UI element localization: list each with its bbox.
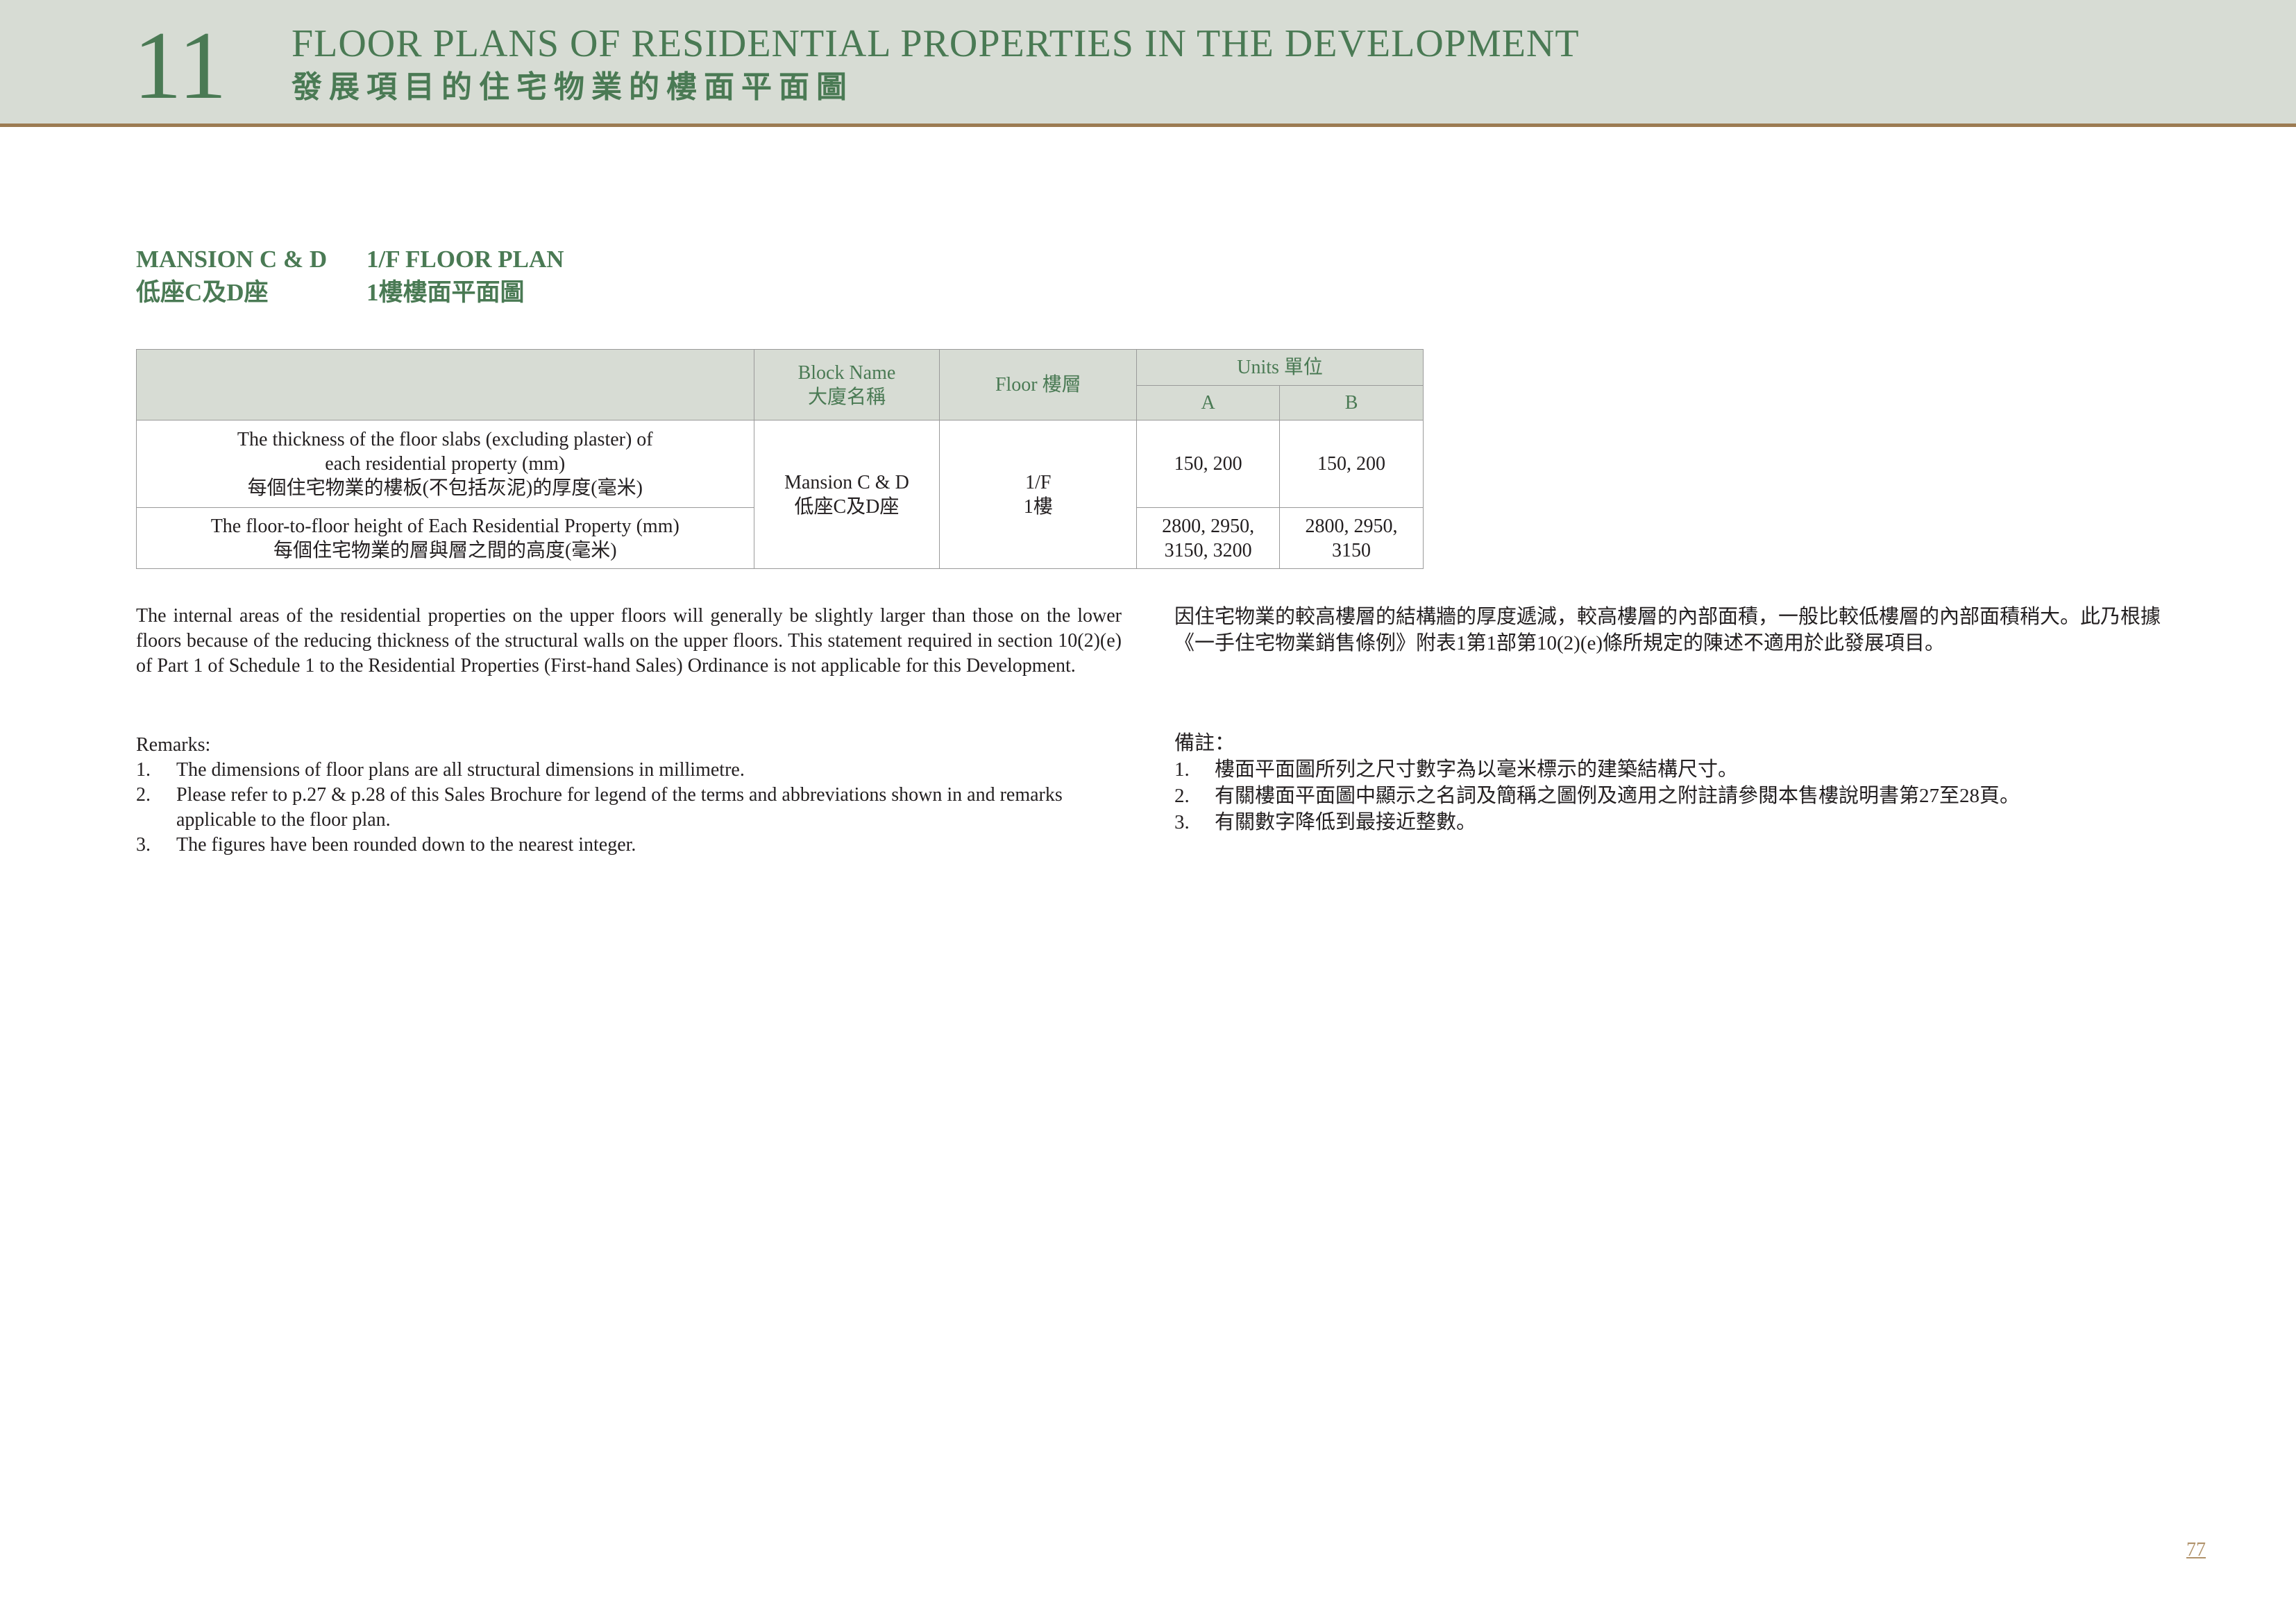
slab-thickness-unit-b: 150, 200 <box>1279 420 1424 508</box>
remark-number: 3. <box>136 834 151 856</box>
slab-thickness-label-en: The thickness of the floor slabs (exclud… <box>237 429 653 475</box>
page-number: 77 <box>2186 1539 2206 1561</box>
floor-height-label-en: The floor-to-floor height of Each Reside… <box>210 515 679 537</box>
list-item: 1. 樓面平面圖所列之尺寸數字為以毫米標示的建築結構尺寸。 <box>1174 756 2167 783</box>
remark-text: The dimensions of floor plans are all st… <box>176 759 745 781</box>
floor-height-label-zh: 每個住宅物業的層與層之間的高度(毫米) <box>273 539 617 561</box>
table-header-units: Units 單位 <box>1136 349 1424 386</box>
floor-height-unit-a: 2800, 2950, 3150, 3200 <box>1136 507 1281 569</box>
block-name-cell: Mansion C & D 低座C及D座 <box>753 420 940 569</box>
floor-height-label: The floor-to-floor height of Each Reside… <box>136 507 754 569</box>
table-header-unit-a: A <box>1136 385 1281 420</box>
remark-text: The figures have been rounded down to th… <box>176 834 636 856</box>
block-name-label-zh: 大廈名稱 <box>807 386 886 408</box>
floor-height-unit-b-line1: 2800, 2950, <box>1305 515 1398 537</box>
remarks-en: Remarks: 1. The dimensions of floor plan… <box>136 733 1122 858</box>
floor-height-unit-b: 2800, 2950, 3150 <box>1279 507 1424 569</box>
block-name-zh: 低座C及D座 <box>794 495 900 518</box>
remark-number: 2. <box>1174 785 1190 807</box>
floor-plan-title-en: 1/F FLOOR PLAN <box>366 246 564 273</box>
floor-cell: 1/F 1樓 <box>939 420 1138 569</box>
slab-thickness-label-zh: 每個住宅物業的樓板(不包括灰泥)的厚度(毫米) <box>247 477 643 499</box>
list-item: 3. The figures have been rounded down to… <box>136 833 1122 858</box>
section-heading-en-row: MANSION C & D 1/F FLOOR PLAN <box>136 243 564 276</box>
remark-number: 3. <box>1174 811 1190 833</box>
floor-spec-table: Block Name 大廈名稱 Floor 樓層 Units 單位 A B Th… <box>136 349 1424 569</box>
slab-thickness-unit-a: 150, 200 <box>1136 420 1281 508</box>
remarks-zh: 備註： 1. 樓面平面圖所列之尺寸數字為以毫米標示的建築結構尺寸。 2. 有關樓… <box>1174 730 2167 835</box>
chapter-title-zh: 發展項目的住宅物業的樓面平面圖 <box>292 70 854 104</box>
section-heading: MANSION C & D 1/F FLOOR PLAN 低座C及D座 1樓樓面… <box>136 243 564 309</box>
remark-text: 有關樓面平面圖中顯示之名詞及簡稱之圖例及適用之附註請參閱本售樓說明書第27至28… <box>1215 785 2020 807</box>
remarks-title-zh: 備註： <box>1174 732 1235 754</box>
list-item: 2. 有關樓面平面圖中顯示之名詞及簡稱之圖例及適用之附註請參閱本售樓說明書第27… <box>1174 783 2167 809</box>
chapter-title-en: FLOOR PLANS OF RESIDENTIAL PROPERTIES IN… <box>292 22 1580 65</box>
remark-text: Please refer to p.27 & p.28 of this Sale… <box>176 784 1063 831</box>
table-header-floor: Floor 樓層 <box>939 349 1138 420</box>
statement-paragraph-zh: 因住宅物業的較高樓層的結構牆的厚度遞減，較高樓層的內部面積，一般比較低樓層的內部… <box>1174 606 2161 654</box>
statement-paragraph-en: The internal areas of the residential pr… <box>136 605 1122 677</box>
remark-number: 2. <box>136 784 151 806</box>
list-item: 2. Please refer to p.27 & p.28 of this S… <box>136 783 1122 833</box>
floor-height-unit-b-line2: 3150 <box>1332 539 1371 561</box>
table-header-block-name: Block Name 大廈名稱 <box>753 349 940 420</box>
mansion-name-zh: 低座C及D座 <box>136 279 269 306</box>
remark-number: 1. <box>136 759 151 781</box>
floor-plan-title-zh: 1樓樓面平面圖 <box>366 279 525 306</box>
table-row: The thickness of the floor slabs (exclud… <box>136 420 1424 569</box>
list-item: 3. 有關數字降低到最接近整數。 <box>1174 809 2167 835</box>
remark-text: 樓面平面圖所列之尺寸數字為以毫米標示的建築結構尺寸。 <box>1215 758 1739 781</box>
remarks-title-en: Remarks: <box>136 734 211 756</box>
remark-text: 有關數字降低到最接近整數。 <box>1215 811 1477 833</box>
chapter-number: 11 <box>133 12 227 119</box>
floor-zh: 1樓 <box>1023 495 1053 518</box>
section-heading-zh-row: 低座C及D座 1樓樓面平面圖 <box>136 276 564 309</box>
mansion-name-en: MANSION C & D <box>136 246 328 273</box>
block-name-en: Mansion C & D <box>784 471 909 493</box>
floor-en: 1/F <box>1025 471 1052 493</box>
remark-number: 1. <box>1174 758 1190 781</box>
table-header-row: Block Name 大廈名稱 Floor 樓層 Units 單位 <box>136 349 1424 420</box>
header-band: 11 FLOOR PLANS OF RESIDENTIAL PROPERTIES… <box>0 0 2296 127</box>
list-item: 1. The dimensions of floor plans are all… <box>136 758 1122 783</box>
floor-height-unit-a-line2: 3150, 3200 <box>1164 539 1252 561</box>
block-name-label-en: Block Name <box>797 362 896 384</box>
floor-height-unit-a-line1: 2800, 2950, <box>1162 515 1255 537</box>
table-header-empty <box>136 349 754 420</box>
table-header-unit-b: B <box>1279 385 1424 420</box>
slab-thickness-label: The thickness of the floor slabs (exclud… <box>136 420 754 508</box>
